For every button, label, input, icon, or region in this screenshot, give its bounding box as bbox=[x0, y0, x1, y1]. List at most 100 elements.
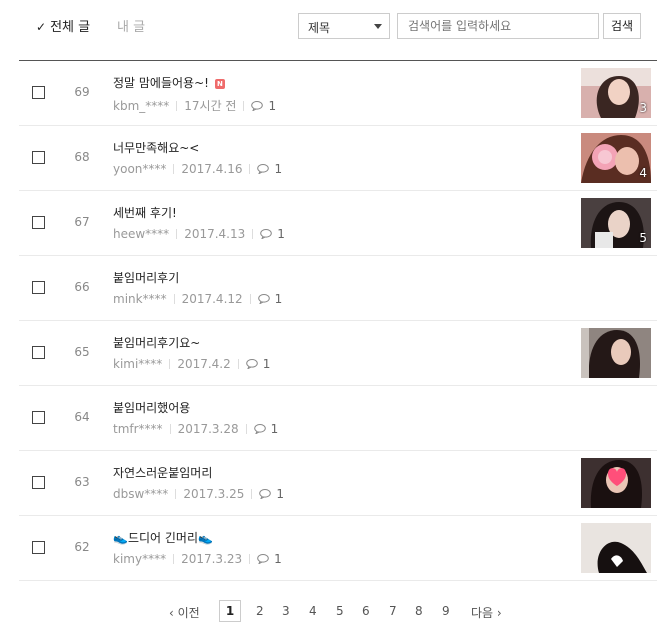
search-field-select[interactable]: 제목 bbox=[298, 13, 390, 39]
post-row: 66 붙임머리후기 mink**** 2017.4.12 1 bbox=[19, 256, 657, 321]
prev-page[interactable]: ‹ 이전 bbox=[169, 604, 200, 621]
row-checkbox[interactable] bbox=[32, 86, 45, 99]
row-checkbox[interactable] bbox=[32, 281, 45, 294]
post-date: 2017.4.2 bbox=[177, 357, 231, 371]
post-thumbnail[interactable]: 3 bbox=[581, 68, 651, 118]
post-author: kimy**** bbox=[113, 552, 167, 566]
caret-down-icon bbox=[374, 24, 382, 29]
post-number: 65 bbox=[74, 345, 90, 359]
post-number: 69 bbox=[74, 85, 90, 99]
checkmark-icon: ✓ bbox=[36, 20, 47, 34]
post-date: 2017.4.16 bbox=[181, 162, 243, 176]
post-thumbnail[interactable]: 5 bbox=[581, 198, 651, 248]
post-meta: kimi**** 2017.4.2 1 bbox=[113, 357, 270, 371]
post-title[interactable]: 너무만족해요~< bbox=[113, 139, 199, 156]
comment-count: 1 bbox=[262, 357, 271, 371]
post-number: 64 bbox=[74, 410, 90, 424]
post-date: 2017.3.23 bbox=[181, 552, 243, 566]
post-number: 68 bbox=[74, 150, 90, 164]
post-title[interactable]: 세번째 후기! bbox=[113, 204, 177, 221]
page-9[interactable]: 9 bbox=[442, 604, 450, 618]
photo-count: 5 bbox=[639, 231, 647, 245]
pagination: ‹ 이전 1 2 3 4 5 6 7 8 9 다음 › bbox=[0, 597, 672, 625]
comment-icon bbox=[257, 554, 269, 564]
search-input[interactable] bbox=[397, 13, 599, 39]
page-5[interactable]: 5 bbox=[336, 604, 344, 618]
post-meta: yoon**** 2017.4.16 1 bbox=[113, 162, 282, 176]
comment-icon bbox=[253, 424, 266, 434]
post-meta: heew**** 2017.4.13 1 bbox=[113, 227, 285, 241]
photo-count: 3 bbox=[639, 101, 647, 115]
post-number: 67 bbox=[74, 215, 90, 229]
row-checkbox[interactable] bbox=[32, 216, 45, 229]
post-date: 2017.4.12 bbox=[181, 292, 243, 306]
filter-all-posts[interactable]: ✓ 전체 글 bbox=[36, 16, 90, 35]
post-meta: tmfr**** 2017.3.28 1 bbox=[113, 422, 278, 436]
post-meta: mink**** 2017.4.12 1 bbox=[113, 292, 282, 306]
post-row: 63 자연스러운붙임머리 dbsw**** 2017.3.25 1 bbox=[19, 451, 657, 516]
comment-count: 1 bbox=[274, 162, 283, 176]
comment-icon bbox=[259, 489, 272, 499]
post-row: 64 붙임머리했어용 tmfr**** 2017.3.28 1 bbox=[19, 386, 657, 451]
post-date: 2017.3.25 bbox=[183, 487, 245, 501]
comment-count: 1 bbox=[268, 98, 277, 113]
row-checkbox[interactable] bbox=[32, 151, 45, 164]
comment-count: 1 bbox=[276, 487, 285, 501]
post-row: 62 👟드디어 긴머리👟 kimy**** 2017.3.23 1 bbox=[19, 516, 657, 581]
post-meta: kbm_**** 17시간 전 1 bbox=[113, 97, 276, 114]
comment-icon bbox=[260, 229, 273, 239]
post-author: yoon**** bbox=[113, 162, 167, 176]
comment-count: 1 bbox=[270, 422, 279, 436]
post-author: dbsw**** bbox=[113, 487, 169, 501]
post-date: 2017.4.13 bbox=[184, 227, 246, 241]
post-row: 67 세번째 후기! heew**** 2017.4.13 1 5 bbox=[19, 191, 657, 256]
post-author: tmfr**** bbox=[113, 422, 163, 436]
post-thumbnail[interactable] bbox=[581, 523, 651, 573]
row-checkbox[interactable] bbox=[32, 476, 45, 489]
row-checkbox[interactable] bbox=[32, 346, 45, 359]
post-number: 66 bbox=[74, 280, 90, 294]
post-row: 69 정말 맘에들어용~! N kbm_**** 17시간 전 1 3 bbox=[19, 61, 657, 126]
comment-icon bbox=[245, 359, 258, 369]
new-badge: N bbox=[214, 79, 225, 89]
page-7[interactable]: 7 bbox=[389, 604, 397, 618]
post-date: 2017.3.28 bbox=[177, 422, 239, 436]
post-thumbnail[interactable] bbox=[581, 328, 651, 378]
page-4[interactable]: 4 bbox=[309, 604, 317, 618]
next-page[interactable]: 다음 › bbox=[471, 604, 502, 621]
post-date: 17시간 전 bbox=[184, 99, 237, 113]
page-6[interactable]: 6 bbox=[362, 604, 370, 618]
filter-my-posts[interactable]: 내 글 bbox=[117, 16, 145, 35]
comment-count: 1 bbox=[274, 292, 283, 306]
post-title[interactable]: 정말 맘에들어용~! N bbox=[113, 74, 225, 91]
comment-icon bbox=[251, 100, 264, 111]
page-2[interactable]: 2 bbox=[256, 604, 264, 618]
comment-count: 1 bbox=[274, 552, 282, 566]
post-thumbnail[interactable]: 4 bbox=[581, 133, 651, 183]
post-author: kbm_**** bbox=[113, 98, 170, 113]
page-3[interactable]: 3 bbox=[282, 604, 290, 618]
post-meta: dbsw**** 2017.3.25 1 bbox=[113, 487, 284, 501]
comment-icon bbox=[257, 164, 270, 174]
post-title[interactable]: 자연스러운붙임머리 bbox=[113, 464, 212, 481]
post-meta: kimy**** 2017.3.23 1 bbox=[113, 552, 282, 566]
post-row: 68 너무만족해요~< yoon**** 2017.4.16 1 4 bbox=[19, 126, 657, 191]
search-button[interactable]: 검색 bbox=[603, 13, 641, 39]
post-title[interactable]: 👟드디어 긴머리👟 bbox=[113, 529, 213, 546]
row-checkbox[interactable] bbox=[32, 541, 45, 554]
page-8[interactable]: 8 bbox=[415, 604, 423, 618]
post-thumbnail[interactable] bbox=[581, 458, 651, 508]
post-author: heew**** bbox=[113, 227, 170, 241]
row-checkbox[interactable] bbox=[32, 411, 45, 424]
post-title[interactable]: 붙임머리후기 bbox=[113, 269, 179, 286]
post-number: 63 bbox=[74, 475, 90, 489]
comment-icon bbox=[257, 294, 270, 304]
list-toolbar: ✓ 전체 글 내 글 제목 검색 bbox=[0, 0, 672, 56]
page-1[interactable]: 1 bbox=[219, 600, 241, 622]
post-number: 62 bbox=[74, 540, 90, 554]
post-author: mink**** bbox=[113, 292, 167, 306]
comment-count: 1 bbox=[277, 227, 285, 241]
photo-count: 4 bbox=[639, 166, 647, 180]
post-title[interactable]: 붙임머리했어용 bbox=[113, 399, 190, 416]
post-title[interactable]: 붙임머리후기요~ bbox=[113, 334, 200, 351]
